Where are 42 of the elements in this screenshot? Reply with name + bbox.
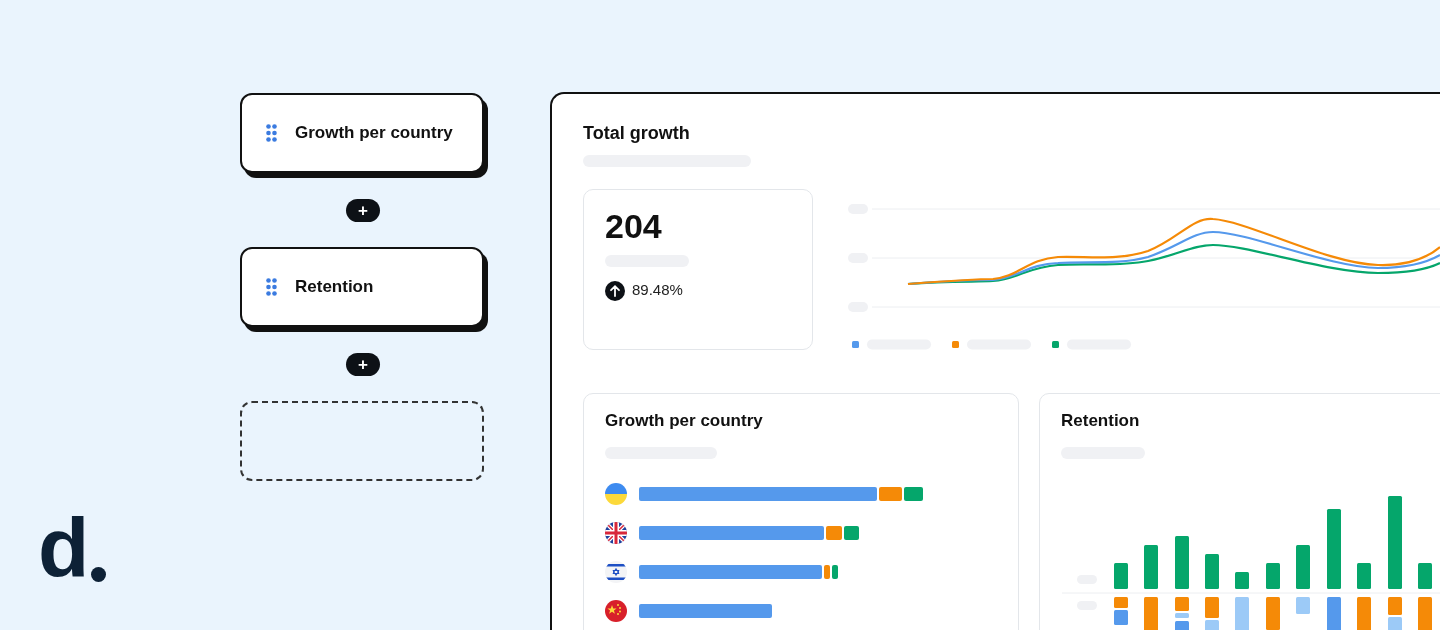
add-button[interactable]: + — [346, 199, 380, 222]
drag-handle-icon — [266, 124, 277, 142]
bar — [1296, 596, 1310, 614]
logo: d — [38, 514, 88, 582]
drag-handle-icon — [266, 278, 277, 296]
bar — [1296, 544, 1310, 589]
bar — [1175, 620, 1189, 630]
bar — [1418, 596, 1432, 630]
legend-swatch — [852, 341, 859, 348]
widget-title: Growth per country — [295, 122, 453, 145]
empty-widget-slot[interactable] — [240, 401, 484, 481]
bar — [1388, 616, 1402, 630]
legend-swatch — [1052, 341, 1059, 348]
card-title: Growth per country — [605, 410, 764, 432]
bar — [1266, 562, 1280, 589]
card-title: Retention — [1061, 410, 1141, 432]
dashboard-title: Total growth — [583, 122, 691, 145]
bar — [1205, 553, 1219, 589]
flag-icon — [605, 483, 627, 505]
bar — [1114, 609, 1128, 625]
widget-title: Retention — [295, 276, 374, 299]
bar — [1144, 544, 1158, 589]
flag-icon — [605, 600, 627, 622]
kpi-change: 89.48% — [632, 280, 683, 301]
bar — [1418, 562, 1432, 589]
bar — [1235, 571, 1249, 589]
flag-icon — [605, 561, 627, 583]
kpi-value: 204 — [605, 208, 663, 246]
bar — [1357, 596, 1371, 630]
add-button[interactable]: + — [346, 353, 380, 376]
bar — [1235, 596, 1249, 630]
flag-icon — [605, 522, 627, 544]
bar — [1388, 596, 1402, 615]
bar — [1114, 596, 1128, 608]
bar — [1114, 562, 1128, 589]
bar — [1327, 596, 1341, 630]
logo-dot — [91, 567, 107, 582]
bar — [1266, 596, 1280, 630]
bar — [1144, 596, 1158, 630]
bar — [1357, 562, 1371, 589]
bar — [1175, 535, 1189, 589]
legend-swatch — [952, 341, 959, 348]
